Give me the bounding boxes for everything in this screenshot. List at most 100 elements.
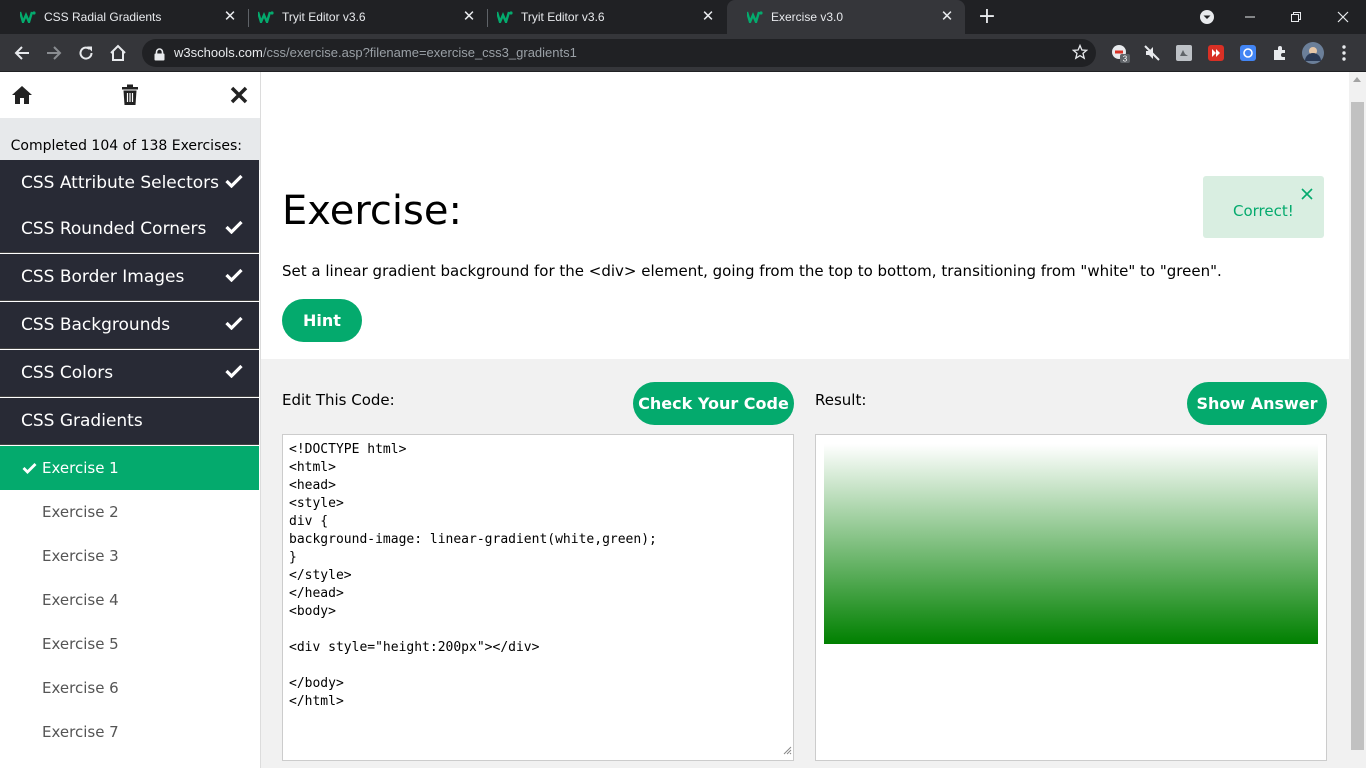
topic-label: CSS Backgrounds xyxy=(21,315,171,335)
browser-menu-icon[interactable] xyxy=(1334,43,1354,63)
page-scrollbar[interactable] xyxy=(1349,72,1366,768)
progress-text: Completed 104 of 138 Exercises: xyxy=(10,138,242,154)
trash-icon[interactable] xyxy=(118,83,142,107)
topic-label: CSS Border Images xyxy=(21,267,185,287)
code-editor[interactable]: <!DOCTYPE html> <html> <head> <style> div {b… xyxy=(282,434,794,761)
topic-label: CSS Rounded Corners xyxy=(21,219,207,239)
scroll-up-arrow-icon[interactable] xyxy=(1353,77,1361,82)
show-answer-button[interactable]: Show Answer xyxy=(1187,382,1327,425)
check-code-button[interactable]: Check Your Code xyxy=(633,382,794,425)
back-arrow-icon[interactable] xyxy=(9,40,35,66)
close-tab-icon[interactable]: ✕ xyxy=(700,9,716,25)
exercise-label: Exercise 3 xyxy=(42,547,119,565)
exercise-label: Exercise 1 xyxy=(42,459,119,477)
editor-section: Edit This Code: Check Your Code Result: … xyxy=(261,359,1349,768)
close-tab-icon[interactable]: ✕ xyxy=(461,9,477,25)
adblock-extension-icon[interactable]: 3 xyxy=(1110,43,1130,63)
reload-icon[interactable] xyxy=(73,40,99,66)
topic-label: CSS Colors xyxy=(21,363,114,383)
browser-tab-strip: CSS Radial Gradients ✕ Tryit Editor v3.6… xyxy=(0,0,1366,34)
tab-title: CSS Radial Gradients xyxy=(44,10,162,24)
browser-tab[interactable]: CSS Radial Gradients ✕ xyxy=(0,0,248,34)
code-line: <head> xyxy=(289,478,336,493)
forward-arrow-icon[interactable] xyxy=(41,40,67,66)
browser-tab-active[interactable]: Exercise v3.0 ✕ xyxy=(727,0,965,34)
profile-menu-icon[interactable] xyxy=(1184,0,1230,34)
hint-button[interactable]: Hint xyxy=(282,299,362,342)
extension-badge-count: 3 xyxy=(1123,55,1128,64)
sidebar-exercise-4[interactable]: Exercise 4 xyxy=(0,578,259,622)
w3schools-icon xyxy=(258,9,274,25)
sidebar-topic-backgrounds[interactable]: CSS Backgrounds xyxy=(0,302,259,349)
close-tab-icon[interactable]: ✕ xyxy=(222,9,238,25)
topic-label: CSS Gradients xyxy=(21,411,143,431)
tab-title: Exercise v3.0 xyxy=(771,10,844,24)
code-line: </style> xyxy=(289,568,352,583)
w3schools-icon xyxy=(20,9,36,25)
sidebar-topic-border-images[interactable]: CSS Border Images xyxy=(0,254,259,301)
close-tab-icon[interactable]: ✕ xyxy=(939,9,955,25)
sidebar-topic-attribute-selectors[interactable]: CSS Attribute Selectors xyxy=(0,160,259,207)
checkmark-icon xyxy=(225,173,243,193)
browser-tab[interactable]: Tryit Editor v3.6 ✕ xyxy=(238,0,487,34)
exercise-sidebar: Completed 104 of 138 Exercises: CSS Attr… xyxy=(0,72,261,768)
correct-alert: Correct! xyxy=(1203,176,1324,238)
gradient-preview xyxy=(824,444,1318,644)
bookmark-star-icon[interactable] xyxy=(1071,43,1089,64)
exercise-label: Exercise 2 xyxy=(42,503,119,521)
sidebar-topic-rounded-corners[interactable]: CSS Rounded Corners xyxy=(0,206,259,253)
correct-message: Correct! xyxy=(1233,202,1294,220)
home-icon[interactable] xyxy=(105,40,131,66)
media-extension-icon[interactable] xyxy=(1206,43,1226,63)
exercise-label: Exercise 4 xyxy=(42,591,119,609)
tab-title: Tryit Editor v3.6 xyxy=(521,10,605,24)
resize-handle-icon[interactable] xyxy=(782,740,792,759)
profile-avatar[interactable] xyxy=(1302,42,1324,64)
exercise-label: Exercise 6 xyxy=(42,679,119,697)
edit-code-label: Edit This Code: xyxy=(282,391,395,409)
scrollbar-thumb[interactable] xyxy=(1351,102,1364,750)
lock-icon[interactable] xyxy=(154,46,165,65)
result-frame xyxy=(815,434,1327,761)
new-tab-button[interactable]: + xyxy=(976,6,998,28)
checkmark-icon xyxy=(225,315,243,335)
w3schools-icon xyxy=(497,9,513,25)
home-icon[interactable] xyxy=(10,83,34,107)
translate-extension-icon[interactable] xyxy=(1238,43,1258,63)
checkmark-icon xyxy=(225,219,243,239)
checkmark-icon xyxy=(225,363,243,383)
sidebar-exercise-7[interactable]: Exercise 7 xyxy=(0,710,259,754)
code-line: <div style="height:200px"></div> xyxy=(289,640,540,655)
puzzle-piece-extension-icon[interactable] xyxy=(1174,43,1194,63)
sidebar-exercise-5[interactable]: Exercise 5 xyxy=(0,622,259,666)
minimize-icon[interactable] xyxy=(1227,0,1273,34)
tab-title: Tryit Editor v3.6 xyxy=(282,10,366,24)
sidebar-topic-colors[interactable]: CSS Colors xyxy=(0,350,259,397)
close-window-icon[interactable] xyxy=(1320,0,1366,34)
mute-extension-icon[interactable] xyxy=(1142,43,1162,63)
sidebar-exercise-2[interactable]: Exercise 2 xyxy=(0,490,259,534)
w3schools-icon xyxy=(747,9,763,25)
close-icon[interactable] xyxy=(227,83,251,107)
page-title: Exercise: xyxy=(282,188,462,234)
sidebar-topic-gradients[interactable]: CSS Gradients xyxy=(0,398,259,445)
sidebar-exercise-3[interactable]: Exercise 3 xyxy=(0,534,259,578)
code-line: </body> xyxy=(289,676,344,691)
code-line: <html> xyxy=(289,460,336,475)
extensions-puzzle-icon[interactable] xyxy=(1270,43,1290,63)
url-bar[interactable]: w3schools.com/css/exercise.asp?filename=… xyxy=(142,39,1096,67)
browser-tab[interactable]: Tryit Editor v3.6 ✕ xyxy=(477,0,726,34)
code-line: background-image: linear-gradient(white,… xyxy=(289,532,657,547)
code-line: <body> xyxy=(289,604,336,619)
sidebar-toolbar xyxy=(0,72,260,118)
checkmark-icon xyxy=(225,267,243,287)
close-icon[interactable] xyxy=(1300,186,1314,200)
restore-icon[interactable] xyxy=(1273,0,1319,34)
url-host: w3schools.com xyxy=(174,45,263,60)
sidebar-exercise-6[interactable]: Exercise 6 xyxy=(0,666,259,710)
code-line: <!DOCTYPE html> xyxy=(289,442,407,457)
exercise-label: Exercise 7 xyxy=(42,723,119,741)
sidebar-exercise-1[interactable]: Exercise 1 xyxy=(0,446,259,490)
